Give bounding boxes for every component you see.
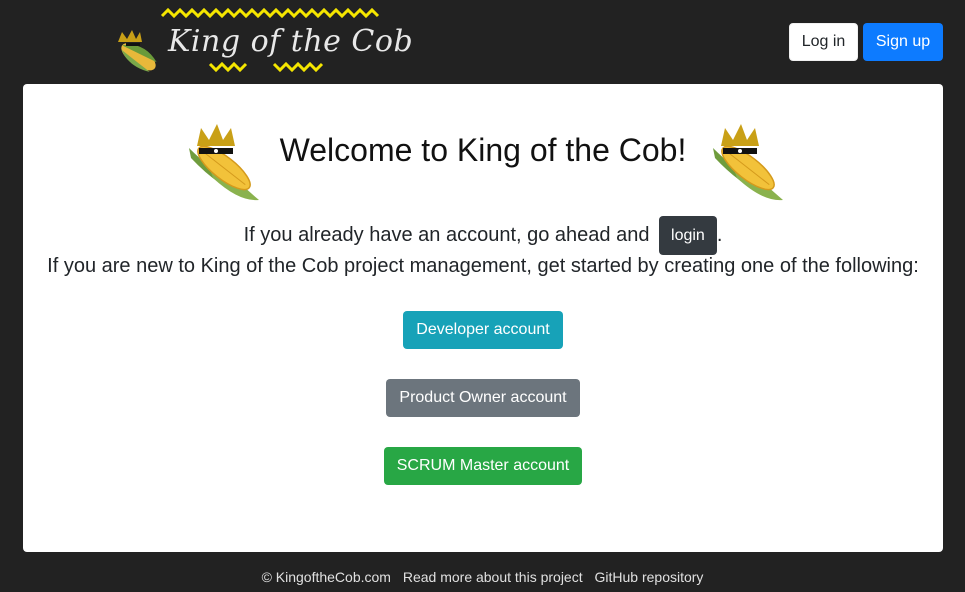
existing-account-suffix: .	[716, 223, 723, 246]
product-owner-account-button[interactable]: Product Owner account	[386, 379, 580, 417]
logo-text: King of the Cob	[168, 24, 414, 59]
page-title: Welcome to King of the Cob!	[279, 132, 687, 168]
github-link[interactable]: GitHub repository	[595, 569, 704, 585]
inline-login-button[interactable]: login	[659, 216, 717, 255]
site-logo[interactable]: King of the Cob	[114, 6, 413, 76]
existing-account-text: If you already have an account, go ahead…	[23, 216, 943, 255]
signup-button[interactable]: Sign up	[863, 23, 943, 61]
existing-account-prefix: If you already have an account, go ahead…	[243, 223, 650, 246]
scrum-master-account-button[interactable]: SCRUM Master account	[384, 447, 582, 485]
read-more-link[interactable]: Read more about this project	[403, 569, 583, 585]
copyright-text: © KingoftheCob.com	[261, 569, 391, 585]
site-header: King of the Cob Log in Sign up	[0, 0, 965, 84]
developer-account-button[interactable]: Developer account	[403, 311, 563, 349]
welcome-card: Welcome to King of the Cob! If you alrea…	[23, 84, 943, 552]
login-button[interactable]: Log in	[789, 23, 858, 61]
new-account-text: If you are new to King of the Cob projec…	[47, 255, 919, 277]
site-footer: © KingoftheCob.com Read more about this …	[0, 569, 965, 585]
